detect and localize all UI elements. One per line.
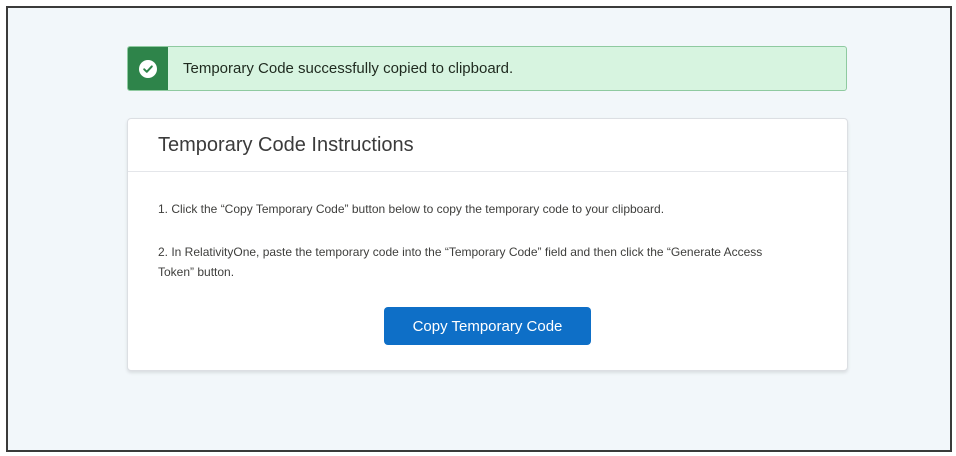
instruction-step-1: 1. Click the “Copy Temporary Code” butto… [158, 202, 665, 216]
card-title: Temporary Code Instructions [158, 133, 414, 156]
card-header: Temporary Code Instructions [128, 119, 847, 172]
page-frame: Temporary Code successfully copied to cl… [6, 6, 952, 452]
success-toast: Temporary Code successfully copied to cl… [127, 46, 847, 91]
success-check-icon [139, 59, 157, 78]
toast-icon-container [128, 47, 168, 90]
toast-message: Temporary Code successfully copied to cl… [183, 60, 514, 77]
copy-temporary-code-button[interactable]: Copy Temporary Code [384, 307, 591, 345]
instructions-card: Temporary Code Instructions 1. Click the… [127, 118, 848, 371]
instruction-step-2: 2. In RelativityOne, paste the temporary… [158, 245, 763, 279]
